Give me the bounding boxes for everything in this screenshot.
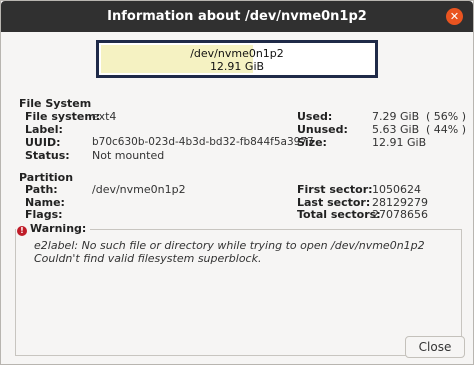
usage-size: 12.91 GiB [209,60,265,73]
warning-frame: e2label: No such file or directory while… [15,229,462,356]
titlebar: Information about /dev/nvme0n1p2 ✕ [1,1,473,32]
used-label: Used: [297,110,333,123]
usage-path: /dev/nvme0n1p2 [190,47,284,60]
unused-label: Unused: [297,123,348,136]
warning-icon: ! [17,226,27,236]
info-dialog: Information about /dev/nvme0n1p2 ✕ /dev/… [0,0,474,365]
filesystem-section-title: File System [19,97,92,110]
filesystem-label: File system: [25,110,101,123]
size-value: 12.91 GiB [372,136,427,149]
path-label: Path: [25,183,58,196]
filesystem-value: ext4 [92,110,117,123]
label-label: Label: [25,123,63,136]
warning-title: Warning: [30,222,87,235]
first-sector-label: First sector: [297,183,373,196]
size-label: Size: [297,136,327,149]
path-value: /dev/nvme0n1p2 [92,183,186,196]
unused-value: 5.63 GiB [372,123,420,136]
unused-percent: ( 44% ) [426,123,467,136]
used-percent: ( 56% ) [426,110,467,123]
first-sector-value: 1050624 [372,183,421,196]
close-button[interactable]: Close [405,336,465,358]
close-window-icon[interactable]: ✕ [446,8,463,25]
usage-text: /dev/nvme0n1p2 12.91 GiB [99,47,375,73]
total-sectors-label: Total sectors: [297,208,381,221]
warning-header: ! Warning: [16,222,91,236]
warning-line: Couldn't find valid filesystem superbloc… [34,252,262,265]
status-value: Not mounted [92,149,165,162]
used-value: 7.29 GiB [372,110,420,123]
partition-usage-bar: /dev/nvme0n1p2 12.91 GiB [96,40,378,78]
uuid-value: b70c630b-023d-4b3d-bd32-fb844f5a3977 [92,136,314,148]
warning-line: e2label: No such file or directory while… [34,239,425,252]
uuid-label: UUID: [25,136,61,149]
dialog-title: Information about /dev/nvme0n1p2 [107,9,367,24]
total-sectors-value: 27078656 [372,208,428,221]
flags-label: Flags: [25,208,63,221]
status-label: Status: [25,149,70,162]
